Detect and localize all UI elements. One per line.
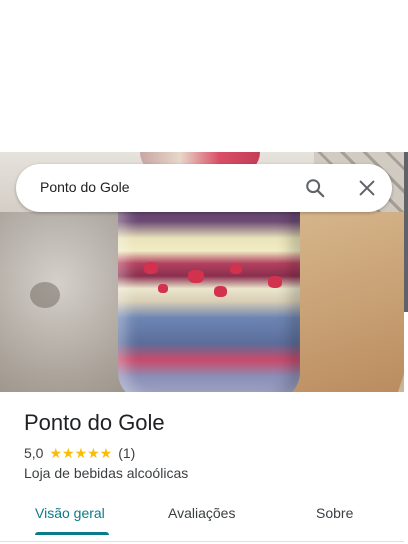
search-icon[interactable] — [304, 177, 326, 199]
place-title: Ponto do Gole — [24, 410, 165, 435]
rating-value: 5,0 — [24, 445, 44, 461]
review-count[interactable]: (1) — [118, 445, 135, 461]
blank-area — [0, 0, 408, 152]
close-icon[interactable] — [356, 177, 378, 199]
active-tab-indicator — [35, 532, 109, 535]
place-tabs: Visão geral Avaliações Sobre — [0, 494, 404, 536]
search-box[interactable]: Ponto do Gole — [16, 164, 392, 212]
tab-reviews[interactable]: Avaliações — [168, 505, 235, 521]
rating-row[interactable]: 5,0 ★★★★★ (1) — [24, 444, 135, 462]
rating-stars-icon: ★★★★★ — [49, 444, 113, 461]
tab-about[interactable]: Sobre — [316, 505, 353, 521]
scrollbar-thumb[interactable] — [404, 152, 408, 312]
photo-background-shape — [30, 282, 60, 308]
tab-overview[interactable]: Visão geral — [35, 505, 105, 521]
tabs-divider — [0, 541, 404, 542]
place-category[interactable]: Loja de bebidas alcoólicas — [24, 465, 188, 481]
photo-cup — [118, 192, 300, 392]
search-input[interactable]: Ponto do Gole — [40, 179, 130, 195]
